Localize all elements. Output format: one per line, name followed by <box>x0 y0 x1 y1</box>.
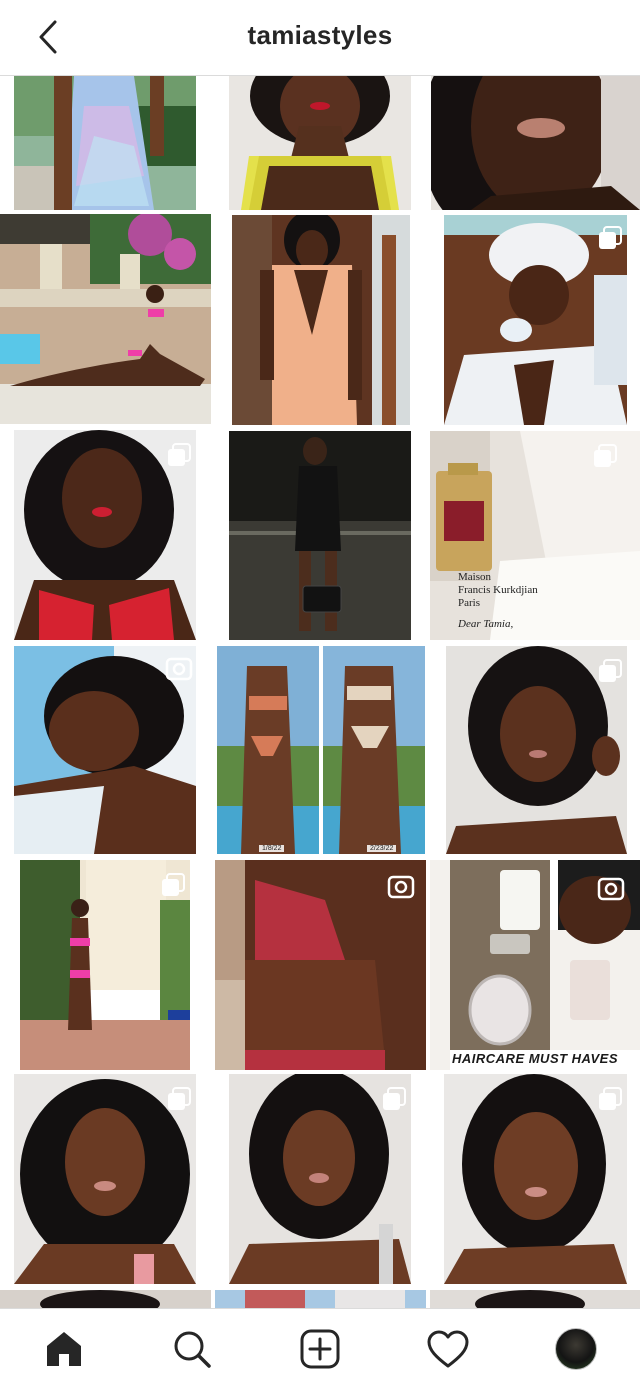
post-tile[interactable] <box>0 214 211 424</box>
before-date-label: 1/8/22 <box>259 845 285 852</box>
carousel-icon <box>379 1084 409 1114</box>
heart-icon <box>427 1330 469 1368</box>
nav-search[interactable] <box>168 1325 216 1373</box>
new-post-icon <box>300 1329 340 1369</box>
post-tile[interactable]: HAIRCARE MUST HAVES <box>430 860 640 1070</box>
post-tile[interactable] <box>0 1290 211 1308</box>
carousel-icon <box>595 656 625 686</box>
post-tile[interactable] <box>215 860 426 1070</box>
post-tile[interactable] <box>446 646 627 854</box>
post-tile[interactable] <box>14 76 196 210</box>
post-tile[interactable] <box>215 1290 426 1308</box>
carousel-icon <box>590 441 620 471</box>
nav-home[interactable] <box>40 1325 88 1373</box>
search-icon <box>174 1331 211 1368</box>
carousel-icon <box>595 1084 625 1114</box>
nav-profile[interactable] <box>552 1325 600 1373</box>
profile-avatar <box>555 1328 597 1370</box>
post-tile[interactable] <box>14 1074 196 1284</box>
igtv-icon <box>164 654 194 684</box>
carousel-icon <box>158 870 188 900</box>
letter-line: Maison <box>458 571 491 583</box>
post-tile[interactable] <box>14 430 196 640</box>
post-tile[interactable] <box>229 1074 411 1284</box>
igtv-icon <box>596 874 626 904</box>
after-date-label: 2/23/22 <box>367 845 397 852</box>
post-tile[interactable] <box>431 76 640 210</box>
post-tile[interactable]: Maison Francis Kurkdjian Paris Dear Tami… <box>430 431 640 640</box>
post-tile[interactable] <box>229 431 411 640</box>
nav-new-post[interactable] <box>296 1325 344 1373</box>
letter-text: Maison Francis Kurkdjian Paris Dear Tami… <box>458 571 538 631</box>
carousel-icon <box>164 1084 194 1114</box>
bottom-tab-bar <box>0 1308 640 1387</box>
letter-line: Francis Kurkdjian <box>458 584 538 596</box>
post-tile[interactable] <box>444 1074 627 1284</box>
post-tile[interactable]: 1/8/22 2/23/22 <box>217 646 425 854</box>
profile-header: tamiastyles <box>0 0 640 76</box>
home-icon <box>47 1332 81 1366</box>
nav-activity[interactable] <box>424 1325 472 1373</box>
letter-line: Dear Tamia, <box>458 618 514 630</box>
post-tile[interactable] <box>444 215 627 425</box>
letter-line: Paris <box>458 597 480 609</box>
igtv-icon <box>386 872 416 902</box>
post-tile[interactable] <box>232 215 410 425</box>
post-tile[interactable] <box>14 646 196 854</box>
haircare-caption: HAIRCARE MUST HAVES <box>452 1051 618 1066</box>
carousel-icon <box>595 223 625 253</box>
carousel-icon <box>164 440 194 470</box>
post-tile[interactable] <box>229 76 411 210</box>
post-grid: Maison Francis Kurkdjian Paris Dear Tami… <box>0 76 640 1308</box>
post-tile[interactable] <box>430 1290 640 1308</box>
post-tile[interactable] <box>20 860 190 1070</box>
profile-username: tamiastyles <box>247 20 393 50</box>
